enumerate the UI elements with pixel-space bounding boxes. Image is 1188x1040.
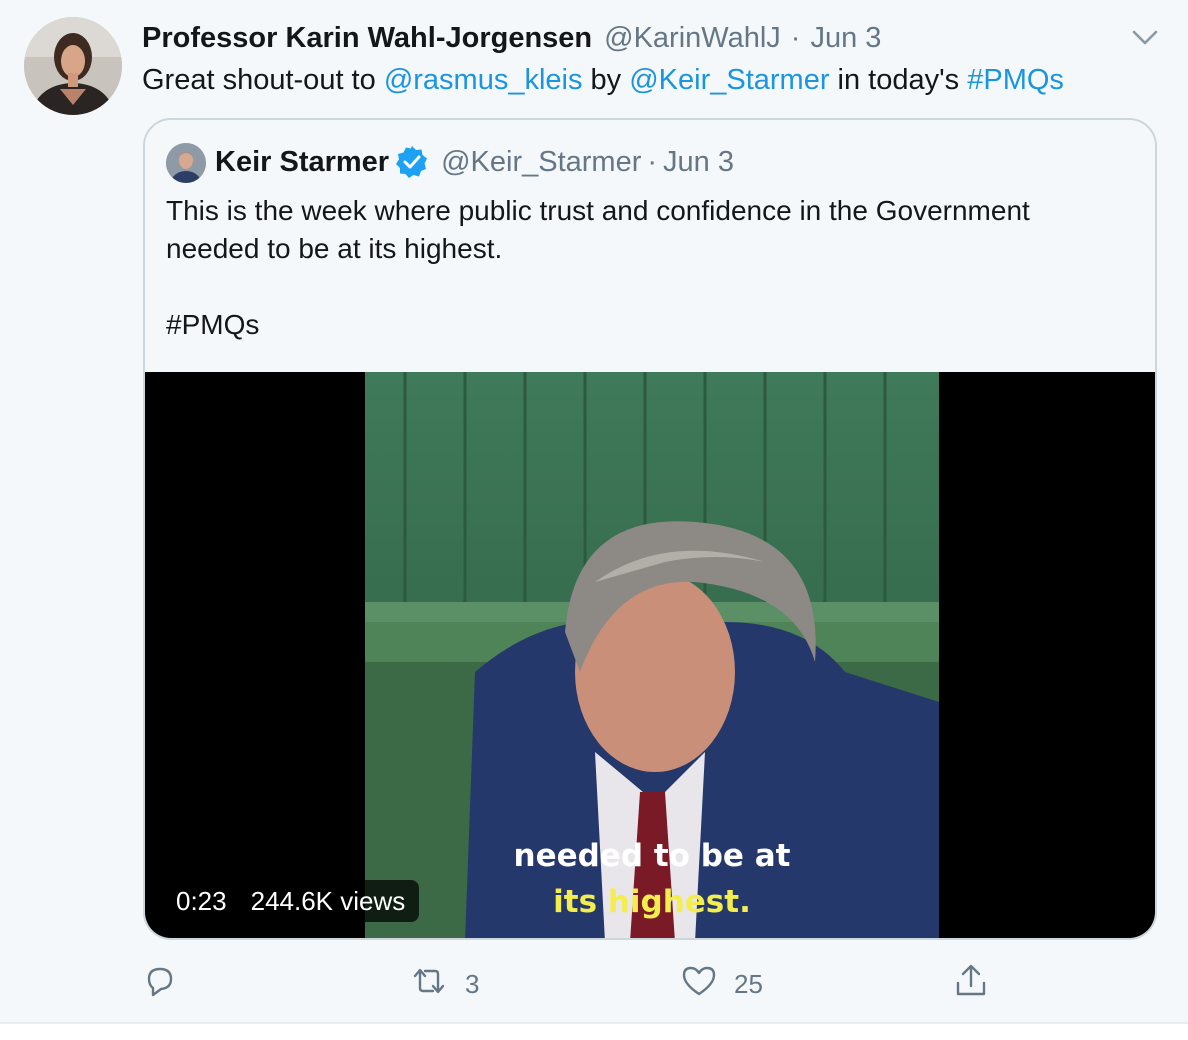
tweet-text-part: Great shout-out to bbox=[142, 64, 384, 96]
video-views: 244.6K views bbox=[250, 885, 406, 916]
hashtag-link[interactable]: #PMQs bbox=[967, 64, 1064, 96]
tweet-date[interactable]: Jun 3 bbox=[810, 22, 881, 55]
author-avatar[interactable] bbox=[24, 17, 122, 115]
quoted-author-avatar bbox=[166, 143, 206, 183]
separator-dot: · bbox=[647, 145, 658, 178]
video-caption-line1: needed to be at bbox=[513, 838, 791, 874]
like-button[interactable]: 25 bbox=[680, 962, 763, 1006]
quoted-tweet[interactable]: Keir Starmer @Keir_Starmer · Jun 3 This … bbox=[143, 118, 1157, 940]
reply-icon[interactable] bbox=[143, 964, 177, 1005]
video-caption-line2: its highest. bbox=[553, 884, 751, 920]
tweet-divider bbox=[0, 1022, 1188, 1024]
separator-dot: · bbox=[790, 21, 801, 54]
retweet-count: 3 bbox=[465, 968, 480, 999]
video-frame: needed to be at its highest. bbox=[365, 372, 939, 938]
quoted-text-line: needed to be at its highest. bbox=[166, 233, 503, 264]
video-player[interactable]: needed to be at its highest. 0:23 244.6K… bbox=[145, 372, 1155, 938]
verified-badge-icon bbox=[395, 145, 429, 179]
tweet-text-part: in today's bbox=[829, 64, 968, 96]
retweet-icon[interactable] bbox=[409, 964, 449, 1005]
author-name[interactable]: Professor Karin Wahl-Jorgensen bbox=[142, 22, 592, 55]
chevron-down-icon[interactable] bbox=[1128, 24, 1162, 52]
quoted-hashtag: #PMQs bbox=[166, 309, 260, 340]
reply-button[interactable] bbox=[143, 962, 177, 1006]
retweet-button[interactable]: 3 bbox=[409, 962, 479, 1006]
tweet-text: Great shout-out to @rasmus_kleis by @Kei… bbox=[142, 60, 1064, 100]
tweet-text-part: by bbox=[582, 64, 630, 96]
heart-icon[interactable] bbox=[680, 964, 718, 1005]
share-button[interactable] bbox=[953, 962, 989, 1006]
video-duration: 0:23 bbox=[176, 885, 227, 916]
quoted-author-name: Keir Starmer bbox=[215, 145, 390, 178]
author-handle[interactable]: @KarinWahlJ bbox=[604, 22, 781, 55]
tweet-actions: 3 25 bbox=[143, 962, 1023, 1006]
video-stats-badge: 0:23 244.6K views bbox=[162, 880, 420, 922]
quoted-header: Keir Starmer @Keir_Starmer · Jun 3 bbox=[215, 142, 734, 182]
quoted-text: This is the week where public trust and … bbox=[166, 192, 1146, 344]
quoted-date: Jun 3 bbox=[663, 145, 734, 178]
like-count: 25 bbox=[734, 968, 763, 999]
share-icon[interactable] bbox=[953, 963, 989, 1006]
quoted-author-handle: @Keir_Starmer bbox=[441, 145, 642, 178]
tweet-card[interactable]: Professor Karin Wahl-Jorgensen @KarinWah… bbox=[0, 0, 1188, 1022]
tweet-header: Professor Karin Wahl-Jorgensen @KarinWah… bbox=[142, 18, 881, 58]
mention-link[interactable]: @Keir_Starmer bbox=[629, 64, 829, 96]
quoted-text-line: This is the week where public trust and … bbox=[166, 195, 1030, 226]
mention-link[interactable]: @rasmus_kleis bbox=[384, 64, 583, 96]
